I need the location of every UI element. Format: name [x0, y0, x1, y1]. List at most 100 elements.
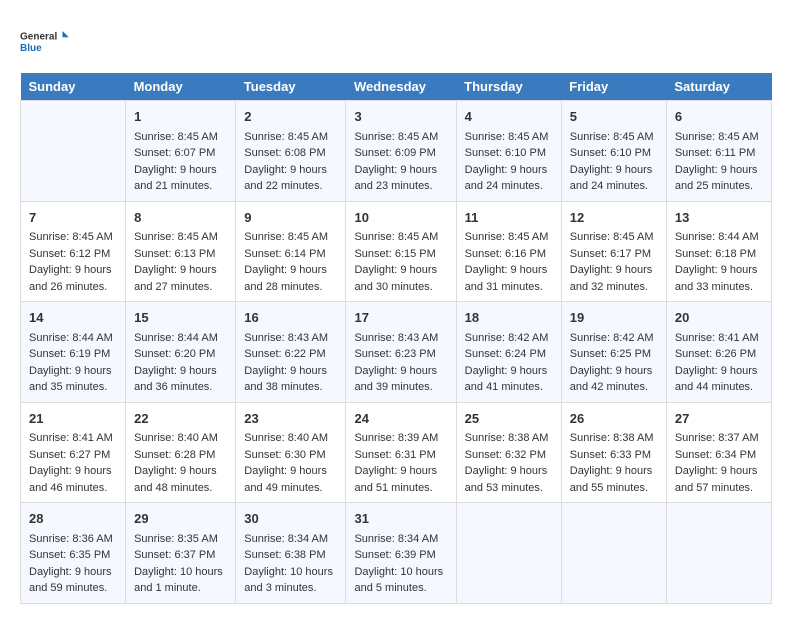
cell-line: Sunset: 6:08 PM [244, 145, 337, 162]
cell-line: Daylight: 9 hours [465, 363, 553, 380]
cell-line: Daylight: 9 hours [134, 162, 227, 179]
calendar-cell: 13Sunrise: 8:44 AMSunset: 6:18 PMDayligh… [666, 201, 771, 302]
calendar-cell: 10Sunrise: 8:45 AMSunset: 6:15 PMDayligh… [346, 201, 456, 302]
day-number: 2 [244, 107, 337, 127]
cell-line: Sunrise: 8:39 AM [354, 430, 447, 447]
cell-line: Daylight: 9 hours [354, 162, 447, 179]
cell-line: Sunset: 6:18 PM [675, 246, 763, 263]
cell-line: Sunset: 6:30 PM [244, 447, 337, 464]
day-number: 10 [354, 208, 447, 228]
cell-line: Sunset: 6:13 PM [134, 246, 227, 263]
calendar-cell [561, 503, 666, 604]
cell-line: and 41 minutes. [465, 379, 553, 396]
cell-line: Sunset: 6:28 PM [134, 447, 227, 464]
cell-line: and 59 minutes. [29, 580, 117, 597]
day-number: 14 [29, 308, 117, 328]
cell-line: Daylight: 9 hours [134, 262, 227, 279]
week-row-2: 14Sunrise: 8:44 AMSunset: 6:19 PMDayligh… [21, 302, 772, 403]
cell-line: Sunset: 6:35 PM [29, 547, 117, 564]
cell-line: Daylight: 9 hours [570, 463, 658, 480]
cell-line: Sunrise: 8:34 AM [354, 531, 447, 548]
calendar-cell: 31 Sunrise: 8:34 AMSunset: 6:39 PMDayligh… [346, 503, 456, 604]
cell-line: Sunset: 6:10 PM [570, 145, 658, 162]
cell-line: and 48 minutes. [134, 480, 227, 497]
logo: General Blue [20, 20, 70, 65]
calendar-cell [666, 503, 771, 604]
cell-line: Sunset: 6:23 PM [354, 346, 447, 363]
cell-line: and 3 minutes. [244, 580, 337, 597]
cell-line: Daylight: 9 hours [29, 564, 117, 581]
cell-line: and 32 minutes. [570, 279, 658, 296]
cell-line: Daylight: 9 hours [570, 363, 658, 380]
day-number: 4 [465, 107, 553, 127]
cell-line: Daylight: 9 hours [244, 262, 337, 279]
cell-line: and 49 minutes. [244, 480, 337, 497]
cell-line: Daylight: 9 hours [675, 363, 763, 380]
cell-line: Sunset: 6:25 PM [570, 346, 658, 363]
cell-line: Sunrise: 8:45 AM [570, 129, 658, 146]
week-row-4: 28Sunrise: 8:36 AMSunset: 6:35 PMDayligh… [21, 503, 772, 604]
cell-line: Sunset: 6:14 PM [244, 246, 337, 263]
cell-line: Daylight: 10 hours [354, 564, 447, 581]
week-row-3: 21Sunrise: 8:41 AMSunset: 6:27 PMDayligh… [21, 402, 772, 503]
day-number: 28 [29, 509, 117, 529]
cell-line: and 25 minutes. [675, 178, 763, 195]
day-number: 23 [244, 409, 337, 429]
cell-line: Sunrise: 8:45 AM [675, 129, 763, 146]
day-number: 31 [354, 509, 447, 529]
day-number: 30 [244, 509, 337, 529]
day-number: 13 [675, 208, 763, 228]
cell-line: Sunset: 6:10 PM [465, 145, 553, 162]
cell-line: Sunrise: 8:45 AM [134, 229, 227, 246]
cell-line: Sunset: 6:09 PM [354, 145, 447, 162]
cell-line: and 5 minutes. [354, 580, 447, 597]
cell-line: Sunset: 6:32 PM [465, 447, 553, 464]
cell-line: Sunrise: 8:45 AM [354, 129, 447, 146]
cell-line: Daylight: 10 hours [244, 564, 337, 581]
calendar-cell: 25Sunrise: 8:38 AMSunset: 6:32 PMDayligh… [456, 402, 561, 503]
cell-line: and 1 minute. [134, 580, 227, 597]
calendar-cell: 30Sunrise: 8:34 AMSunset: 6:38 PMDayligh… [236, 503, 346, 604]
cell-line: Sunrise: 8:43 AM [354, 330, 447, 347]
week-row-0: 1Sunrise: 8:45 AMSunset: 6:07 PMDaylight… [21, 101, 772, 202]
header-cell-tuesday: Tuesday [236, 73, 346, 101]
calendar-cell: 6Sunrise: 8:45 AMSunset: 6:11 PMDaylight… [666, 101, 771, 202]
cell-line: Sunset: 6:22 PM [244, 346, 337, 363]
cell-line: Daylight: 9 hours [570, 162, 658, 179]
cell-line: Sunset: 6:15 PM [354, 246, 447, 263]
calendar-cell [21, 101, 126, 202]
cell-line: Sunset: 6:39 PM [354, 547, 447, 564]
cell-line: Daylight: 9 hours [244, 363, 337, 380]
day-number: 11 [465, 208, 553, 228]
header-cell-thursday: Thursday [456, 73, 561, 101]
cell-line: Daylight: 9 hours [675, 162, 763, 179]
cell-line: Sunrise: 8:35 AM [134, 531, 227, 548]
cell-line: Sunrise: 8:38 AM [570, 430, 658, 447]
cell-line: and 30 minutes. [354, 279, 447, 296]
day-number: 21 [29, 409, 117, 429]
cell-line: and 51 minutes. [354, 480, 447, 497]
cell-line: Sunset: 6:17 PM [570, 246, 658, 263]
day-number: 3 [354, 107, 447, 127]
cell-line: Daylight: 9 hours [465, 463, 553, 480]
day-number: 15 [134, 308, 227, 328]
cell-line: Sunset: 6:37 PM [134, 547, 227, 564]
cell-line: Sunrise: 8:45 AM [465, 129, 553, 146]
cell-line: Daylight: 9 hours [465, 262, 553, 279]
day-number: 9 [244, 208, 337, 228]
cell-line: Daylight: 9 hours [29, 463, 117, 480]
calendar-cell: 1Sunrise: 8:45 AMSunset: 6:07 PMDaylight… [126, 101, 236, 202]
day-number: 26 [570, 409, 658, 429]
calendar-cell: 21Sunrise: 8:41 AMSunset: 6:27 PMDayligh… [21, 402, 126, 503]
cell-line: and 46 minutes. [29, 480, 117, 497]
cell-line: and 38 minutes. [244, 379, 337, 396]
cell-line: Daylight: 9 hours [675, 463, 763, 480]
cell-line: Sunrise: 8:34 AM [244, 531, 337, 548]
calendar-cell: 11Sunrise: 8:45 AMSunset: 6:16 PMDayligh… [456, 201, 561, 302]
calendar-cell: 7Sunrise: 8:45 AMSunset: 6:12 PMDaylight… [21, 201, 126, 302]
cell-line: Sunset: 6:19 PM [29, 346, 117, 363]
cell-line: and 21 minutes. [134, 178, 227, 195]
day-number: 16 [244, 308, 337, 328]
cell-line: and 26 minutes. [29, 279, 117, 296]
calendar-cell: 5Sunrise: 8:45 AMSunset: 6:10 PMDaylight… [561, 101, 666, 202]
